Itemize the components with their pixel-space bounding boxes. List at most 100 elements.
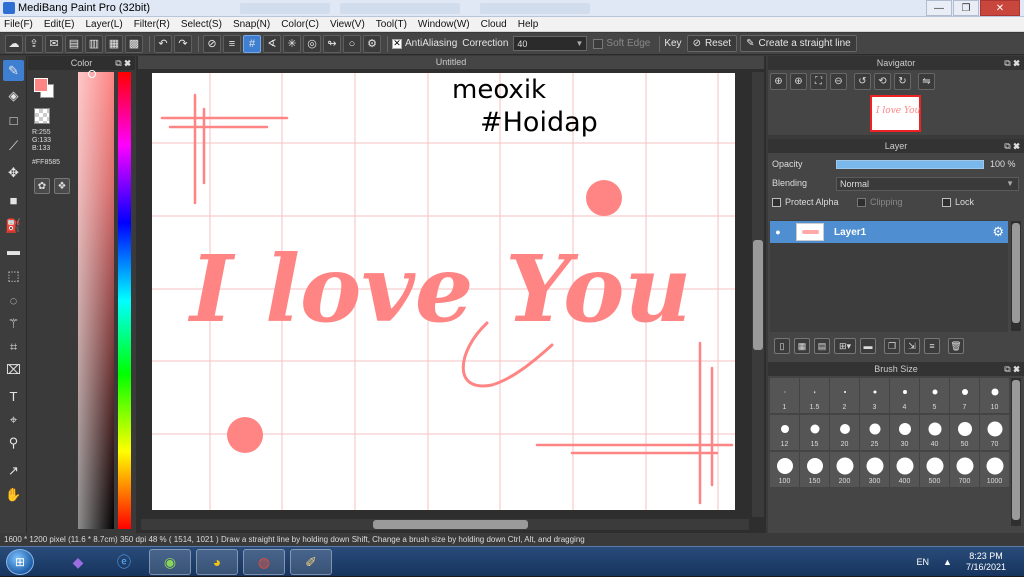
cloud-icon[interactable]: ☁	[5, 34, 23, 53]
clipping-option[interactable]: Clipping	[857, 197, 903, 208]
menu-snap[interactable]: Snap(N)	[233, 19, 270, 30]
divide-tool-icon[interactable]: ⌖	[3, 409, 24, 430]
comic-panel-icon[interactable]: ▦	[105, 34, 123, 53]
color-settings-icon[interactable]: ❖	[54, 178, 70, 194]
soft-edge-checkbox[interactable]	[593, 38, 604, 49]
start-button[interactable]: ⊞	[6, 549, 34, 575]
select-eraser-icon[interactable]: ⌧	[3, 359, 24, 380]
document-icon[interactable]: ▥	[85, 34, 103, 53]
document-tab[interactable]: Untitled	[138, 56, 764, 69]
brush-tool-icon[interactable]: ✎	[3, 60, 24, 81]
undock-icon[interactable]: ⧉	[1004, 364, 1010, 374]
bucket-tool-icon[interactable]: ⛽	[3, 215, 24, 236]
add-layer-menu-icon[interactable]: ⊞▾	[834, 338, 856, 354]
internet-explorer-icon[interactable]: ⓔ	[103, 549, 145, 575]
parallel-snap-icon[interactable]: ≡	[223, 34, 241, 53]
color-picker-marker[interactable]	[88, 70, 96, 78]
close-button[interactable]: ✕	[980, 0, 1020, 16]
brush-size-option[interactable]: 500	[920, 452, 950, 488]
scroll-thumb[interactable]	[753, 240, 763, 350]
scroll-thumb[interactable]	[1012, 380, 1020, 520]
menu-help[interactable]: Help	[518, 19, 539, 30]
operation-tool-icon[interactable]: ↗	[3, 460, 24, 481]
radial-snap-icon[interactable]: ✳	[283, 34, 301, 53]
brush-size-option[interactable]: 150	[800, 452, 830, 488]
duplicate-layer-icon[interactable]: ❐	[884, 338, 900, 354]
menu-file[interactable]: File(F)	[4, 19, 33, 30]
snap-settings-icon[interactable]: ⚙	[363, 34, 381, 53]
brush-size-option[interactable]: 1000	[980, 452, 1010, 488]
brush-size-option[interactable]: 2	[830, 378, 860, 414]
clipping-checkbox[interactable]	[857, 198, 866, 208]
brush-size-option[interactable]: 25	[860, 415, 890, 451]
language-indicator[interactable]: EN	[917, 557, 930, 567]
menu-color[interactable]: Color(C)	[281, 19, 319, 30]
correction-select[interactable]: 40 ▼	[513, 36, 588, 51]
brush-size-option[interactable]: 400	[890, 452, 920, 488]
brush-size-option[interactable]: 10	[980, 378, 1010, 414]
layer-list-scrollbar[interactable]	[1011, 221, 1021, 331]
navigator-preview[interactable]: I love You	[870, 95, 921, 132]
close-icon[interactable]: ✖	[1013, 58, 1020, 68]
grid-snap-icon[interactable]: #	[243, 34, 261, 53]
chrome-icon[interactable]: ◕	[196, 549, 238, 575]
close-icon[interactable]: ✖	[1013, 141, 1020, 151]
brush-size-option[interactable]: 7	[950, 378, 980, 414]
brush-size-option[interactable]: 15	[800, 415, 830, 451]
menu-layer[interactable]: Layer(L)	[85, 19, 122, 30]
lock-option[interactable]: Lock	[942, 197, 974, 208]
restore-button[interactable]: ❐	[953, 0, 979, 16]
blur-tool-icon[interactable]: ⟋	[3, 135, 24, 156]
create-straight-line-button[interactable]: ✎ Create a straight line	[740, 35, 857, 52]
text-tool-icon[interactable]: T	[3, 386, 24, 407]
protect-alpha-option[interactable]: Protect Alpha	[772, 197, 839, 208]
antialiasing-checkbox[interactable]: ✕	[392, 38, 402, 49]
delete-layer-icon[interactable]: 🗑	[948, 338, 964, 354]
menu-view[interactable]: View(V)	[330, 19, 365, 30]
brush-size-option[interactable]: 3	[860, 378, 890, 414]
brush-size-option[interactable]: 700	[950, 452, 980, 488]
zoom-in-icon[interactable]: ⊕	[790, 73, 807, 90]
blending-select[interactable]: Normal ▼	[836, 177, 1019, 191]
new-1bit-layer-icon[interactable]: ▤	[814, 338, 830, 354]
hand-tool-icon[interactable]: ✋	[3, 484, 24, 505]
show-hidden-icons-icon[interactable]: ▲	[943, 557, 952, 567]
merge-down-icon[interactable]: ⇲	[904, 338, 920, 354]
brush-size-option[interactable]: 300	[860, 452, 890, 488]
select-pen-icon[interactable]: ⌗	[3, 336, 24, 357]
brush-size-option[interactable]: 70	[980, 415, 1010, 451]
menu-filter[interactable]: Filter(R)	[134, 19, 170, 30]
foreground-color-swatch[interactable]	[34, 78, 48, 92]
menu-tool[interactable]: Tool(T)	[376, 19, 407, 30]
reset-button[interactable]: ⊘ Reset	[686, 35, 738, 52]
brush-size-option[interactable]: 4	[890, 378, 920, 414]
chat-icon[interactable]: ▤	[65, 34, 83, 53]
hue-slider[interactable]	[118, 72, 131, 529]
scroll-thumb[interactable]	[373, 520, 528, 529]
color-palette-icon[interactable]: ✿	[34, 178, 50, 194]
layer-properties-icon[interactable]: ≡	[924, 338, 940, 354]
new-halftone-layer-icon[interactable]: ▦	[794, 338, 810, 354]
perspective-snap-icon[interactable]: ∢	[263, 34, 281, 53]
brush-size-option[interactable]: 5	[920, 378, 950, 414]
zoom-out-icon[interactable]: ⊖	[830, 73, 847, 90]
fit-window-icon[interactable]: ⛶	[810, 73, 827, 90]
brush-size-option[interactable]: 100	[770, 452, 800, 488]
zoom-fit-icon[interactable]: ⊕	[770, 73, 787, 90]
visual-studio-icon[interactable]: ◆	[57, 549, 99, 575]
share-icon[interactable]: ⇪	[25, 34, 43, 53]
protect-alpha-checkbox[interactable]	[772, 198, 781, 208]
brush-size-option[interactable]: 40	[920, 415, 950, 451]
flip-horizontal-icon[interactable]: ⇋	[918, 73, 935, 90]
gradation-tool-icon[interactable]: ▬	[3, 240, 24, 261]
canvas-horizontal-scrollbar[interactable]	[141, 519, 749, 530]
lasso-select-icon[interactable]: ◌	[3, 290, 24, 311]
brush-size-option[interactable]: 1	[770, 378, 800, 414]
dot-tool-icon[interactable]: □	[3, 110, 24, 131]
brush-size-option[interactable]: 50	[950, 415, 980, 451]
drawing-canvas[interactable]: meoxik #Hoidap I love You	[152, 73, 735, 510]
close-icon[interactable]: ✖	[1013, 364, 1020, 374]
redo-icon[interactable]: ↷	[174, 34, 192, 53]
fill-rectangle-icon[interactable]: ■	[3, 190, 24, 211]
menu-window[interactable]: Window(W)	[418, 19, 470, 30]
